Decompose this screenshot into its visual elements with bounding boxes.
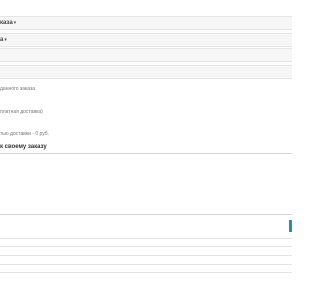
comment-textarea[interactable] bbox=[0, 153, 292, 215]
order-type-select-value: каза bbox=[0, 20, 13, 26]
chevron-down-icon: ▾ bbox=[13, 20, 17, 26]
divider bbox=[0, 246, 292, 247]
divider bbox=[0, 264, 292, 265]
order-type-select-label: каза▾ bbox=[0, 18, 16, 29]
order-note: данного заказа bbox=[0, 86, 36, 92]
comment-title: к своему заказу bbox=[0, 144, 47, 150]
secondary-select-label: а▾ bbox=[0, 35, 7, 46]
divider bbox=[0, 255, 292, 256]
delivery-note: платная доставка) bbox=[0, 109, 43, 115]
divider bbox=[0, 238, 292, 239]
order-type-select[interactable]: каза▾ bbox=[0, 16, 292, 30]
input-field-1[interactable] bbox=[0, 48, 292, 62]
scroll-marker[interactable] bbox=[289, 220, 292, 232]
secondary-select-value: а bbox=[0, 37, 4, 43]
input-field-2[interactable] bbox=[0, 65, 292, 79]
chevron-down-icon: ▾ bbox=[4, 37, 7, 43]
divider bbox=[0, 272, 292, 273]
secondary-select[interactable]: а▾ bbox=[0, 33, 292, 47]
delivery-cost-note: тью доставки - 0 руб. bbox=[0, 131, 50, 137]
